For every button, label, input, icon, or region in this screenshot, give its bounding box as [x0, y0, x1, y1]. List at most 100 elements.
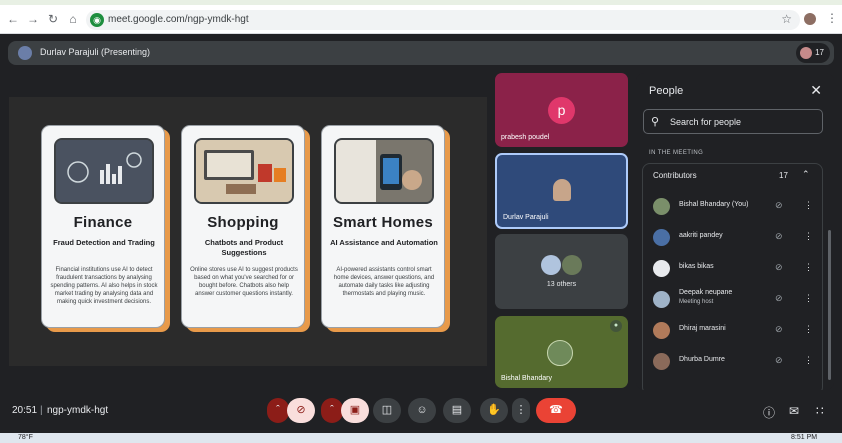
participant-row[interactable]: Deepak neupane Meeting host ⊘ ⋮ — [643, 285, 824, 315]
mic-off-icon[interactable]: ⊘ — [775, 355, 783, 366]
card-subtitle: Chatbots and Product Suggestions — [204, 238, 284, 257]
search-input[interactable] — [670, 114, 820, 130]
mic-off-icon[interactable]: ⊘ — [775, 200, 783, 211]
chevron-up-icon[interactable]: ⌃ — [802, 169, 810, 180]
video-tile-others[interactable]: 13 others — [495, 234, 628, 309]
leave-call-button[interactable]: ☎ — [536, 398, 576, 423]
more-options-icon[interactable]: ⋮ — [804, 200, 813, 211]
reactions-button[interactable]: ☺ — [408, 398, 436, 423]
camera-toggle-button[interactable]: ▣ — [341, 398, 369, 423]
forward-icon[interactable]: → — [26, 12, 40, 26]
hand-icon: ✋ — [487, 404, 501, 416]
participant-role: Meeting host — [679, 299, 714, 305]
people-scrollbar[interactable] — [828, 230, 831, 380]
camera-off-icon: ▣ — [349, 404, 361, 416]
more-vert-icon: ⋮ — [515, 404, 527, 416]
home-icon[interactable]: ⌂ — [66, 12, 80, 26]
avatar — [653, 322, 670, 339]
participant-name: bikas bikas — [679, 263, 714, 270]
captions-button[interactable]: ▤ — [443, 398, 471, 423]
browser-toolbar: ← → ↻ ⌂ ◉ meet.google.com/ngp-ymdk-hgt ☆… — [0, 0, 842, 34]
people-search[interactable]: ⚲ — [643, 109, 823, 134]
presenting-label: Durlav Parajuli (Presenting) — [40, 47, 151, 57]
tile-name: Bishal Bhandary — [501, 375, 552, 382]
more-options-icon[interactable]: ⋮ — [804, 231, 813, 242]
participant-name: Dhiraj marasini — [679, 325, 726, 332]
contributors-group: Contributors 17 ⌃ Bishal Bhandary (You) … — [642, 163, 823, 390]
video-options-button[interactable]: ˆ — [321, 398, 343, 423]
card-body: Online stores use AI to suggest products… — [190, 267, 298, 297]
card-title: Shopping — [207, 214, 279, 231]
more-options-icon[interactable]: ⋮ — [804, 262, 813, 273]
end-call-icon: ☎ — [549, 404, 563, 416]
video-tile-bishal[interactable]: ● Bishal Bhandary — [495, 316, 628, 388]
participant-avatars — [800, 47, 812, 59]
shopping-illustration-icon — [196, 140, 292, 202]
more-options-button[interactable]: ⋮ — [512, 398, 530, 423]
finance-illustration-icon — [56, 140, 152, 202]
meeting-code: ngp-ymdk-hgt — [47, 405, 109, 416]
participant-name: Dhurba Dumre — [679, 356, 725, 363]
card-title: Finance — [73, 214, 133, 231]
more-options-icon[interactable]: ⋮ — [804, 355, 813, 366]
participant-row[interactable]: Dhiraj marasini ⊘ ⋮ — [643, 316, 824, 346]
separator: | — [40, 405, 43, 416]
participant-video — [553, 179, 571, 201]
participant-name: aakriti pandey — [679, 232, 723, 239]
mic-toggle-button[interactable]: ⊘ — [287, 398, 315, 423]
avatar — [653, 198, 670, 215]
slide-card-shopping: Shopping Chatbots and Product Suggestion… — [181, 125, 305, 328]
participant-row[interactable]: Dhurba Dumre ⊘ ⋮ — [643, 347, 824, 377]
participant-name: Bishal Bhandary (You) — [679, 201, 749, 208]
audio-options-button[interactable]: ˆ — [267, 398, 289, 423]
presenter-avatar — [18, 46, 32, 60]
card-subtitle: Fraud Detection and Trading — [53, 238, 155, 247]
card-title: Smart Homes — [332, 214, 433, 231]
weather-temperature[interactable]: 78°F — [18, 434, 33, 441]
card-body: AI-powered assistants control smart home… — [333, 267, 435, 297]
smart-home-illustration-icon — [336, 140, 432, 202]
shopping-image — [194, 138, 294, 204]
close-icon[interactable]: ✕ — [810, 82, 822, 99]
participant-row[interactable]: aakriti pandey ⊘ ⋮ — [643, 223, 824, 253]
chat-icon[interactable]: ✉ — [789, 404, 799, 418]
avatar — [653, 353, 670, 370]
activities-icon[interactable]: ∷ — [816, 404, 824, 418]
people-panel: People ✕ ⚲ IN THE MEETING Contributors 1… — [636, 73, 834, 390]
participant-count-button[interactable]: 17 — [796, 43, 830, 63]
captions-icon: ▤ — [451, 404, 463, 416]
raise-hand-button[interactable]: ✋ — [480, 398, 508, 423]
mic-off-icon[interactable]: ⊘ — [775, 231, 783, 242]
mic-off-icon[interactable]: ⊘ — [775, 293, 783, 304]
bookmark-star-icon[interactable]: ☆ — [781, 12, 792, 26]
back-icon[interactable]: ← — [6, 12, 20, 26]
section-label: IN THE MEETING — [649, 150, 704, 156]
meeting-info-icon[interactable]: ⓘ — [763, 404, 775, 421]
video-tile-durlav[interactable]: Durlav Parajuli — [495, 153, 628, 229]
group-count: 17 — [779, 171, 788, 180]
presenting-bar: Durlav Parajuli (Presenting) 17 — [8, 41, 834, 65]
more-options-icon[interactable]: ⋮ — [804, 324, 813, 335]
finance-image — [54, 138, 154, 204]
tile-name: Durlav Parajuli — [503, 214, 549, 221]
chevron-up-icon: ˆ — [276, 404, 280, 416]
site-info-icon[interactable]: ◉ — [90, 13, 104, 27]
chevron-up-icon: ˆ — [330, 404, 334, 416]
mic-muted-icon: ● — [610, 320, 622, 332]
participant-row[interactable]: Bishal Bhandary (You) ⊘ ⋮ — [643, 192, 824, 222]
search-icon: ⚲ — [651, 116, 660, 128]
participant-row[interactable]: bikas bikas ⊘ ⋮ — [643, 254, 824, 284]
mic-off-icon[interactable]: ⊘ — [775, 324, 783, 335]
address-bar[interactable]: ◉ meet.google.com/ngp-ymdk-hgt ☆ — [86, 10, 800, 30]
video-tile-prabesh[interactable]: p prabesh poudel — [495, 73, 628, 147]
presentation-slide: Finance Fraud Detection and Trading Fina… — [9, 97, 487, 366]
present-button[interactable]: ◫ — [373, 398, 401, 423]
browser-menu-icon[interactable]: ⋮ — [826, 11, 838, 25]
taskbar-clock[interactable]: 8:51 PM — [791, 434, 817, 441]
reload-icon[interactable]: ↻ — [46, 12, 60, 26]
more-options-icon[interactable]: ⋮ — [804, 293, 813, 304]
os-taskbar: 78°F 8:51 PM — [0, 433, 842, 443]
profile-avatar[interactable] — [804, 13, 816, 25]
mic-off-icon[interactable]: ⊘ — [775, 262, 783, 273]
smart-homes-image — [334, 138, 434, 204]
